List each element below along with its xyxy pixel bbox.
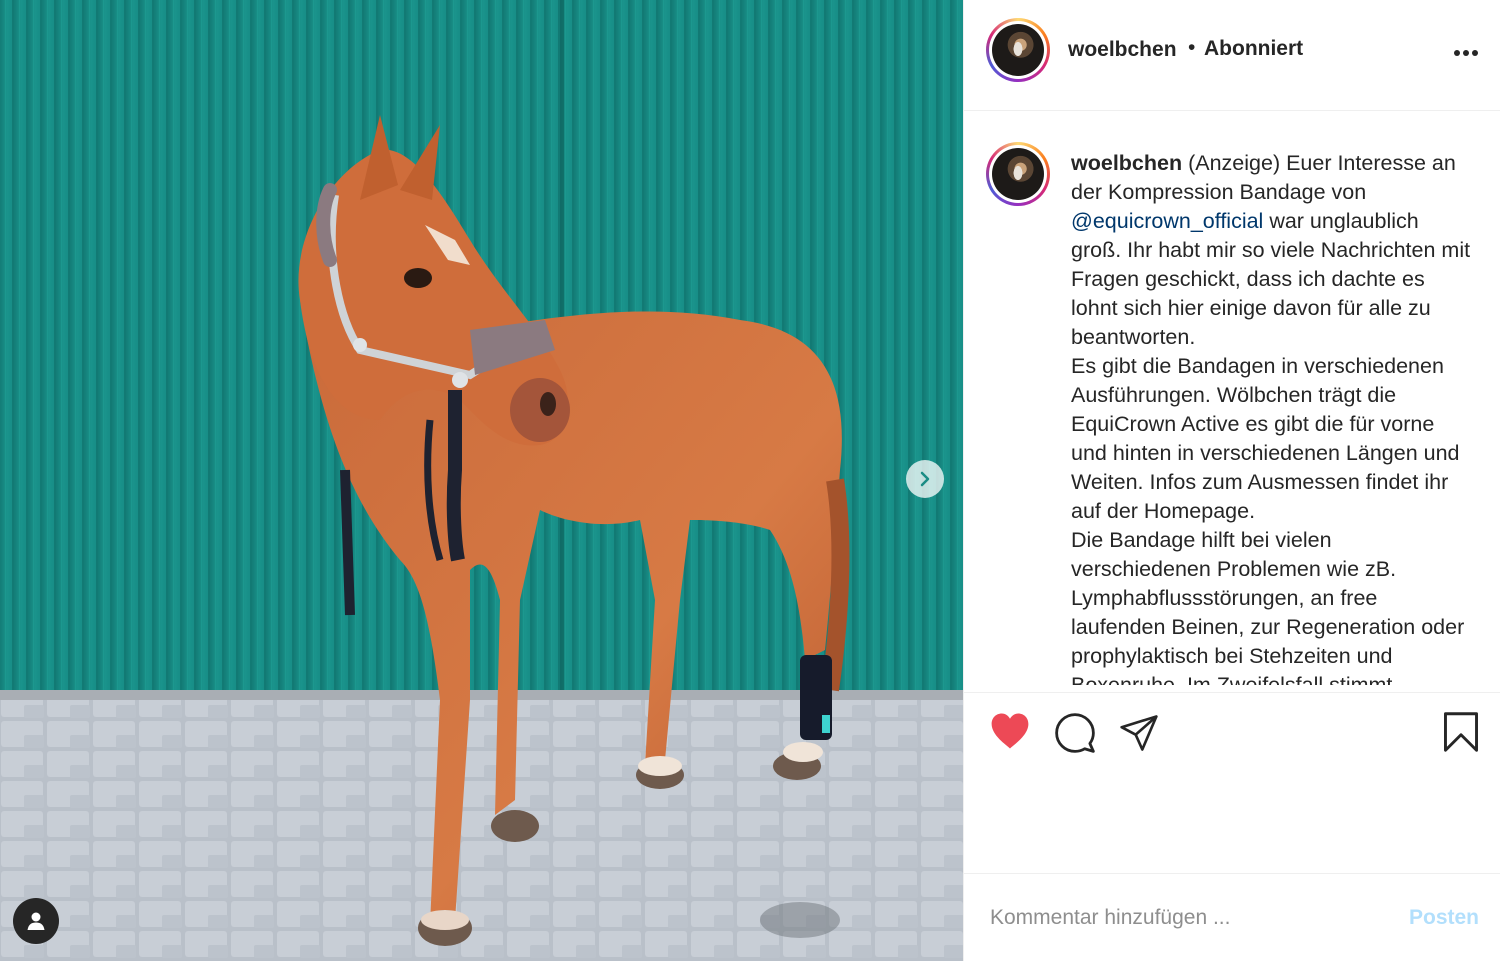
share-button[interactable]	[1119, 714, 1159, 757]
caption-section: woelbchen (Anzeige) Euer Interesse an de…	[964, 111, 1500, 685]
comment-bar: Posten	[964, 875, 1500, 961]
follow-status-button[interactable]: Abonniert	[1204, 37, 1303, 61]
comment-button[interactable]	[1054, 712, 1096, 759]
post-caption: woelbchen (Anzeige) Euer Interesse an de…	[1071, 149, 1471, 685]
separator-dot: •	[1188, 36, 1196, 59]
action-bar	[964, 692, 1500, 874]
bookmark-icon	[1444, 712, 1478, 752]
post-image[interactable]	[0, 0, 963, 961]
user-tag-icon	[27, 912, 45, 930]
post-header: woelbchen • Abonniert	[964, 0, 1500, 111]
post-side-panel: woelbchen • Abonniert woelbchen (Anzeige…	[963, 0, 1500, 961]
avatar[interactable]	[986, 18, 1050, 82]
horse-photo	[0, 0, 963, 961]
heart-icon	[991, 713, 1029, 749]
caption-paragraph-2: Es gibt die Bandagen in verschiedenen Au…	[1071, 354, 1460, 523]
caption-username-link[interactable]: woelbchen	[1071, 151, 1182, 175]
caption-avatar[interactable]	[986, 142, 1050, 206]
mention-link[interactable]: @equicrown_official	[1071, 209, 1263, 233]
next-image-button[interactable]	[906, 460, 944, 498]
comment-icon	[1055, 713, 1095, 753]
caption-paragraph-3: Die Bandage hilft bei vielen verschieden…	[1071, 528, 1465, 685]
username-link[interactable]: woelbchen	[1068, 38, 1177, 62]
more-options-button[interactable]	[1450, 38, 1482, 68]
share-icon	[1120, 715, 1158, 751]
post-comment-button[interactable]: Posten	[1409, 906, 1479, 930]
like-button[interactable]	[989, 711, 1031, 756]
more-options-icon	[1454, 50, 1478, 56]
save-button[interactable]	[1442, 711, 1480, 758]
tagged-users-button[interactable]	[13, 898, 59, 944]
chevron-right-icon	[920, 471, 930, 487]
comment-input[interactable]	[990, 903, 1390, 933]
